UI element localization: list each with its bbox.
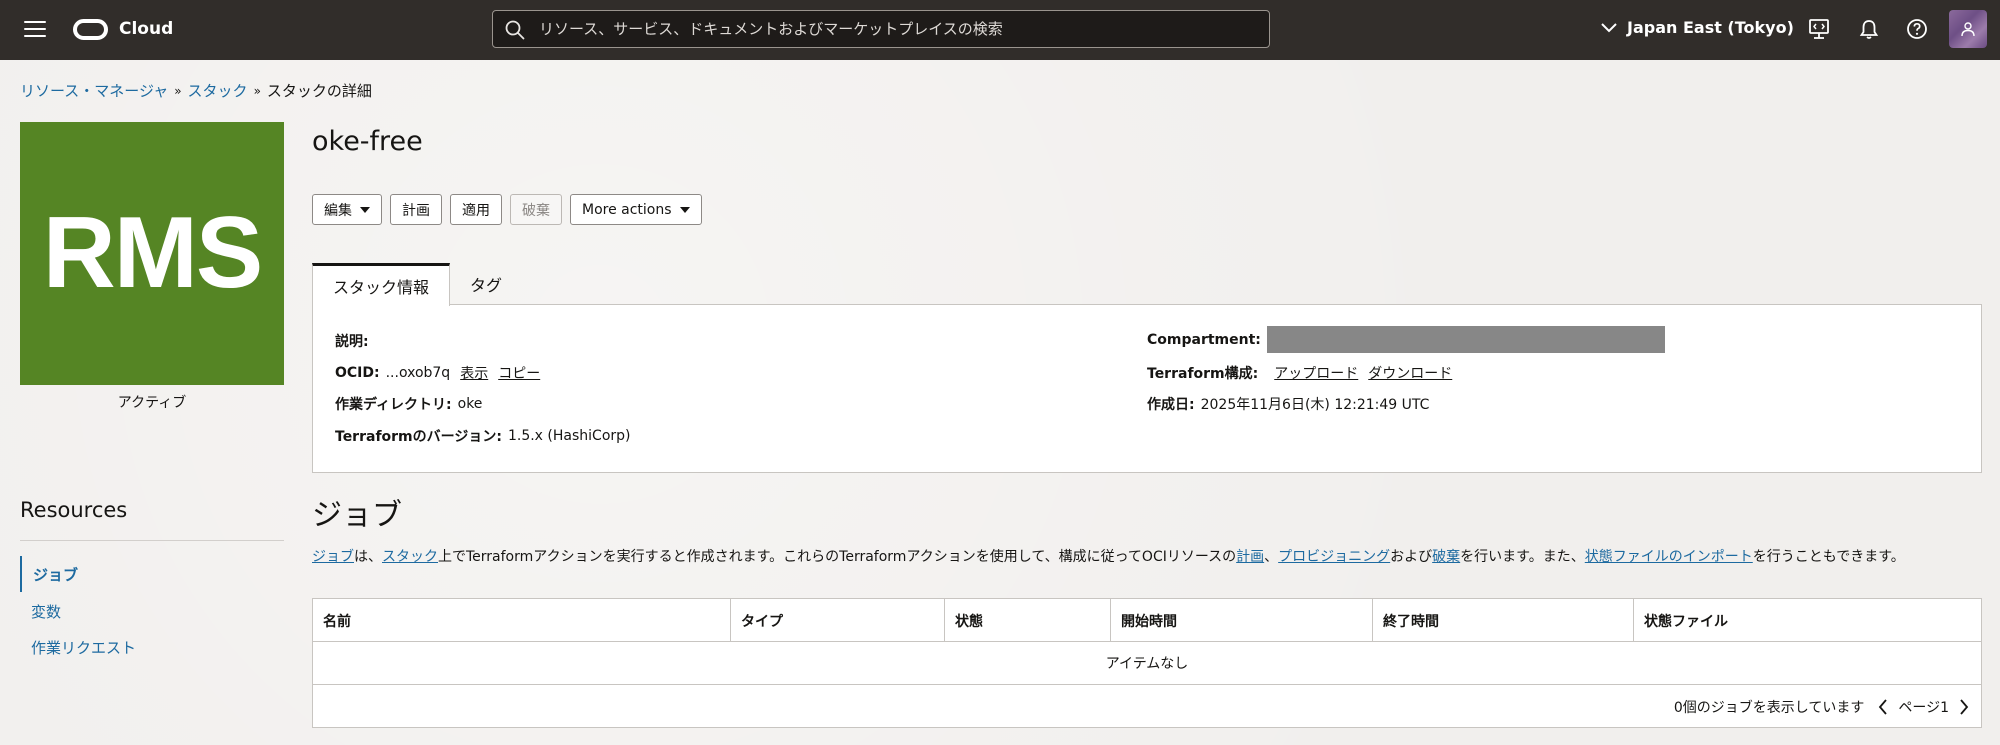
search-box[interactable] xyxy=(492,10,1270,48)
created-value: 2025年11月6日(木) 12:21:49 UTC xyxy=(1200,397,1430,413)
tab-tags[interactable]: タグ xyxy=(450,263,522,305)
notifications-bell-icon[interactable] xyxy=(1858,18,1880,40)
column-header-name[interactable]: 名前 xyxy=(313,599,731,642)
desc-text: および xyxy=(1390,549,1433,565)
apply-button[interactable]: 適用 xyxy=(450,194,502,225)
resources-item-work-requests[interactable]: 作業リクエスト xyxy=(20,629,284,665)
desc-text: 上でTerraformアクションを実行すると作成されます。これらのTerrafo… xyxy=(438,549,1237,565)
provisioning-link[interactable]: プロビジョニング xyxy=(1278,549,1390,565)
terraform-version-label: Terraformのバージョン: xyxy=(335,429,502,445)
desc-text: を行うこともできます。 xyxy=(1752,549,1905,565)
developer-tools-icon[interactable] xyxy=(1808,18,1830,40)
more-actions-button[interactable]: More actions xyxy=(570,194,702,225)
compartment-label: Compartment: xyxy=(1147,331,1261,348)
edit-button-label: 編集 xyxy=(324,202,352,219)
created-label: 作成日: xyxy=(1147,397,1195,413)
breadcrumb-separator: » xyxy=(174,83,182,98)
terraform-version-value: 1.5.x (HashiCorp) xyxy=(507,428,631,444)
logo-text[interactable]: Cloud xyxy=(119,19,173,39)
search-input[interactable] xyxy=(539,17,1239,41)
hamburger-menu-icon[interactable] xyxy=(24,21,46,39)
terraform-upload-link[interactable]: アップロード xyxy=(1274,363,1358,383)
stack-info-panel: 説明: OCID: ...oxob7q 表示 コピー 作業ディレクトリ: oke… xyxy=(312,304,1982,473)
column-header-type[interactable]: タイプ xyxy=(731,599,945,642)
resources-item-jobs[interactable]: ジョブ xyxy=(20,556,284,592)
ocid-value: ...oxob7q xyxy=(385,365,451,381)
results-count: 0個のジョブを表示しています xyxy=(1673,699,1865,716)
user-icon xyxy=(1961,22,1975,37)
column-header-start-time[interactable]: 開始時間 xyxy=(1111,599,1373,642)
resources-heading: Resources xyxy=(20,498,128,522)
region-selector[interactable]: Japan East (Tokyo) xyxy=(1601,18,1794,37)
destroy-button[interactable]: 破棄 xyxy=(510,194,562,225)
table-header: 名前 タイプ 状態 開始時間 終了時間 状態ファイル xyxy=(313,599,1981,642)
stack-status-label: アクティブ xyxy=(117,395,187,411)
table-footer: 0個のジョブを表示しています ページ1 xyxy=(1674,685,1969,728)
stack-icon-tile: RMS xyxy=(20,122,284,385)
jobs-description: ジョブは、スタック上でTerraformアクションを実行すると作成されます。これ… xyxy=(312,546,1905,566)
jobs-table: 名前 タイプ 状態 開始時間 終了時間 状態ファイル アイテムなし 0個のジョブ… xyxy=(312,598,1982,728)
desc-text: を行います。また、 xyxy=(1460,549,1585,565)
desc-text: は、 xyxy=(354,549,382,565)
desc-text: 、 xyxy=(1264,549,1279,565)
action-toolbar: 編集 計画 適用 破棄 More actions xyxy=(312,194,702,225)
breadcrumb-resource-manager[interactable]: リソース・マネージャ xyxy=(20,80,168,101)
help-icon[interactable] xyxy=(1906,18,1928,40)
destroy-link[interactable]: 破棄 xyxy=(1432,549,1460,565)
terraform-download-link[interactable]: ダウンロード xyxy=(1368,363,1452,383)
page-title: oke-free xyxy=(312,126,423,157)
column-header-state[interactable]: 状態 xyxy=(945,599,1111,642)
pagination: ページ1 xyxy=(1878,697,1969,717)
top-navigation-bar: Cloud Japan East (Tokyo) xyxy=(0,0,2000,60)
workdir-label: 作業ディレクトリ: xyxy=(335,397,452,413)
more-actions-label: More actions xyxy=(582,201,672,218)
compartment-row: Compartment: xyxy=(1147,326,1665,353)
ocid-row: OCID: ...oxob7q 表示 コピー xyxy=(335,363,540,383)
tab-bar: スタック情報 タグ xyxy=(312,263,522,306)
empty-table-message: アイテムなし xyxy=(313,642,1981,685)
workdir-value: oke xyxy=(457,396,483,412)
caret-down-icon xyxy=(679,206,690,213)
terraform-config-row: Terraform構成: アップロード ダウンロード xyxy=(1147,363,1452,383)
ocid-show-link[interactable]: 表示 xyxy=(460,363,488,383)
resources-item-variables[interactable]: 変数 xyxy=(20,593,284,629)
description-label: 説明: xyxy=(335,334,369,350)
chevron-right-icon[interactable] xyxy=(1959,698,1969,715)
edit-button[interactable]: 編集 xyxy=(312,194,382,225)
description-row: 説明: xyxy=(335,331,369,351)
workdir-row: 作業ディレクトリ: oke xyxy=(335,394,482,414)
chevron-down-icon xyxy=(1601,22,1617,32)
region-label: Japan East (Tokyo) xyxy=(1627,18,1794,37)
caret-down-icon xyxy=(360,206,370,213)
user-avatar[interactable] xyxy=(1949,10,1987,48)
jobs-heading: ジョブ xyxy=(312,498,402,533)
terraform-version-row: Terraformのバージョン: 1.5.x (HashiCorp) xyxy=(335,426,631,446)
oracle-logo-icon[interactable] xyxy=(73,19,108,40)
search-icon xyxy=(505,20,525,40)
jobs-link[interactable]: ジョブ xyxy=(312,549,354,565)
divider xyxy=(20,540,284,541)
breadcrumb-current: スタックの詳細 xyxy=(266,82,372,100)
plan-link[interactable]: 計画 xyxy=(1236,549,1264,565)
breadcrumb-stacks[interactable]: スタック xyxy=(188,80,248,101)
chevron-left-icon[interactable] xyxy=(1878,698,1888,715)
stack-link[interactable]: スタック xyxy=(382,549,438,565)
page-indicator: ページ1 xyxy=(1898,699,1949,716)
created-row: 作成日: 2025年11月6日(木) 12:21:49 UTC xyxy=(1147,394,1429,414)
breadcrumb-separator: » xyxy=(253,83,261,98)
import-state-link[interactable]: 状態ファイルのインポート xyxy=(1585,549,1753,565)
plan-button[interactable]: 計画 xyxy=(390,194,442,225)
ocid-label: OCID: xyxy=(335,365,380,381)
breadcrumb: リソース・マネージャ » スタック » スタックの詳細 xyxy=(20,80,372,101)
tab-stack-info[interactable]: スタック情報 xyxy=(312,263,451,306)
column-header-state-file[interactable]: 状態ファイル xyxy=(1634,599,1981,642)
compartment-value-redacted xyxy=(1266,326,1665,353)
ocid-copy-link[interactable]: コピー xyxy=(498,363,540,383)
terraform-config-label: Terraform構成: xyxy=(1147,366,1259,382)
column-header-end-time[interactable]: 終了時間 xyxy=(1373,599,1634,642)
